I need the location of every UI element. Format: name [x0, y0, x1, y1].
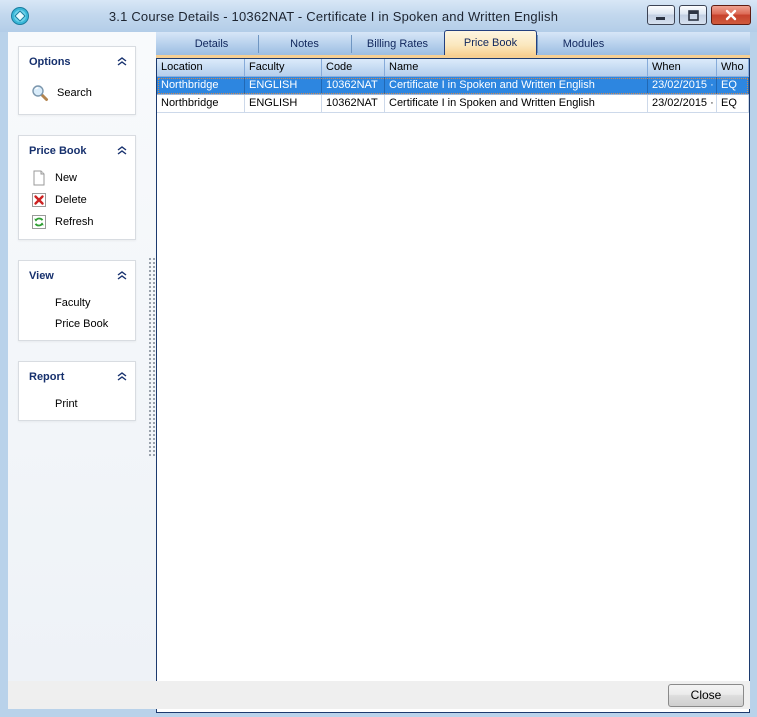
chevrons-up-icon[interactable]: [117, 368, 127, 386]
tab-label: Notes: [290, 38, 319, 50]
tab-modules[interactable]: Modules: [537, 32, 630, 55]
cell-faculty: ENGLISH: [245, 77, 322, 94]
sidebar-item-label: Refresh: [55, 216, 94, 228]
tab-label: Price Book: [464, 37, 517, 49]
chevrons-up-icon[interactable]: [117, 142, 127, 160]
sidebar-item-refresh[interactable]: Refresh: [19, 211, 135, 233]
tab-label: Details: [195, 38, 229, 50]
tab-billing-rates[interactable]: Billing Rates: [351, 32, 444, 55]
panel-options: Options Search: [18, 46, 136, 115]
price-book-table: Location Faculty Code Name When Who Nort…: [157, 59, 749, 113]
sidebar-item-new[interactable]: New: [19, 167, 135, 189]
dialog-body: Options Search: [8, 32, 750, 709]
cell-who: EQ: [717, 95, 749, 112]
tab-label: Modules: [563, 38, 605, 50]
main-area: Details Notes Billing Rates Price Book M…: [156, 32, 750, 681]
panel-options-header[interactable]: Options: [19, 47, 135, 76]
cell-location: Northbridge: [157, 95, 245, 112]
panel-title: Report: [29, 371, 64, 383]
panel-view: View Faculty Price Book: [18, 260, 136, 341]
sidebar: Options Search: [8, 32, 156, 681]
close-window-button[interactable]: [711, 5, 751, 25]
panel-title: Price Book: [29, 145, 86, 157]
cell-when: 23/02/2015 ·: [648, 77, 717, 94]
panel-view-header[interactable]: View: [19, 261, 135, 290]
column-header-when[interactable]: When: [648, 59, 717, 76]
column-header-faculty[interactable]: Faculty: [245, 59, 322, 76]
table-header-row: Location Faculty Code Name When Who: [157, 59, 749, 77]
cell-name: Certificate I in Spoken and Written Engl…: [385, 95, 648, 112]
sidebar-item-label: Delete: [55, 194, 87, 206]
panel-title: View: [29, 270, 54, 282]
column-header-code[interactable]: Code: [322, 59, 385, 76]
close-button[interactable]: Close: [668, 684, 744, 707]
tab-strip: Details Notes Billing Rates Price Book M…: [156, 32, 750, 55]
column-header-location[interactable]: Location: [157, 59, 245, 76]
sidebar-item-label: Print: [55, 398, 78, 410]
app-icon: [10, 6, 30, 26]
sidebar-item-search[interactable]: Search: [19, 78, 135, 108]
table-row[interactable]: Northbridge ENGLISH 10362NAT Certificate…: [157, 77, 749, 95]
tab-label: Billing Rates: [367, 38, 428, 50]
sidebar-item-delete[interactable]: Delete: [19, 189, 135, 211]
cell-code: 10362NAT: [322, 95, 385, 112]
table-row[interactable]: Northbridge ENGLISH 10362NAT Certificate…: [157, 95, 749, 113]
close-icon: [725, 9, 737, 21]
cell-name: Certificate I in Spoken and Written Engl…: [385, 77, 648, 94]
minimize-icon: [655, 11, 667, 20]
column-header-name[interactable]: Name: [385, 59, 648, 76]
price-book-panel: Location Faculty Code Name When Who Nort…: [156, 58, 750, 713]
maximize-button[interactable]: [679, 5, 707, 25]
window-controls: [647, 5, 751, 25]
tab-details[interactable]: Details: [165, 32, 258, 55]
delete-icon: [31, 192, 47, 208]
refresh-icon: [31, 214, 47, 230]
column-header-who[interactable]: Who: [717, 59, 749, 76]
sidebar-item-label: Price Book: [55, 318, 108, 330]
sidebar-item-label: Faculty: [55, 297, 90, 309]
sidebar-item-print[interactable]: Print: [19, 393, 135, 414]
cell-when: 23/02/2015 ·: [648, 95, 717, 112]
chevrons-up-icon[interactable]: [117, 267, 127, 285]
minimize-button[interactable]: [647, 5, 675, 25]
window-title: 3.1 Course Details - 10362NAT - Certific…: [0, 9, 757, 24]
cell-location: Northbridge: [157, 77, 245, 94]
cell-code: 10362NAT: [322, 77, 385, 94]
chevrons-up-icon[interactable]: [117, 53, 127, 71]
search-icon: [31, 84, 49, 102]
panel-price-book: Price Book New: [18, 135, 136, 240]
panel-report: Report Print: [18, 361, 136, 421]
sidebar-item-label: Search: [57, 87, 92, 99]
cell-who: EQ: [717, 77, 749, 94]
panel-price-book-header[interactable]: Price Book: [19, 136, 135, 165]
sidebar-splitter[interactable]: [148, 257, 156, 457]
sidebar-item-faculty[interactable]: Faculty: [19, 292, 135, 313]
new-document-icon: [31, 170, 47, 186]
maximize-icon: [688, 10, 699, 21]
panel-report-header[interactable]: Report: [19, 362, 135, 391]
sidebar-item-price-book-view[interactable]: Price Book: [19, 313, 135, 334]
sidebar-item-label: New: [55, 172, 77, 184]
dialog-window: 3.1 Course Details - 10362NAT - Certific…: [0, 0, 757, 717]
tab-price-book[interactable]: Price Book: [444, 30, 537, 55]
cell-faculty: ENGLISH: [245, 95, 322, 112]
dialog-footer: Close: [8, 681, 750, 709]
titlebar[interactable]: 3.1 Course Details - 10362NAT - Certific…: [0, 0, 757, 32]
panel-title: Options: [29, 56, 71, 68]
tab-notes[interactable]: Notes: [258, 32, 351, 55]
